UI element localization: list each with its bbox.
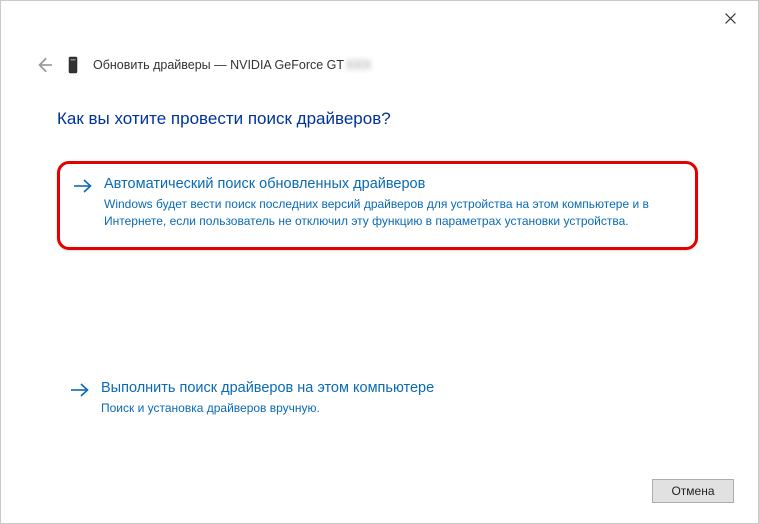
option-manual-title: Выполнить поиск драйверов на этом компью… (101, 380, 680, 396)
option-manual-desc: Поиск и установка драйверов вручную. (101, 400, 680, 417)
option-auto-title: Автоматический поиск обновленных драйвер… (104, 176, 677, 192)
option-auto-search[interactable]: Автоматический поиск обновленных драйвер… (57, 161, 698, 250)
close-icon (725, 13, 736, 24)
back-button[interactable] (35, 56, 53, 74)
page-heading: Как вы хотите провести поиск драйверов? (57, 109, 698, 129)
arrow-right-icon (74, 178, 92, 194)
device-name: NVIDIA GeForce GT (230, 58, 344, 72)
option-auto-desc: Windows будет вести поиск последних верс… (104, 196, 677, 231)
titlebar (1, 1, 758, 33)
dialog-window: Обновить драйверы — NVIDIA GeForce GTXXX… (0, 0, 759, 524)
option-manual-search[interactable]: Выполнить поиск драйверов на этом компью… (57, 368, 698, 433)
footer: Отмена (652, 479, 734, 503)
header-row: Обновить драйверы — NVIDIA GeForce GTXXX (35, 55, 724, 75)
dialog-title: Обновить драйверы — NVIDIA GeForce GTXXX (93, 58, 371, 72)
cancel-button[interactable]: Отмена (652, 479, 734, 503)
title-prefix: Обновить драйверы — (93, 58, 230, 72)
device-name-blurred: XXX (346, 58, 371, 72)
back-arrow-icon (35, 56, 53, 74)
device-icon (65, 55, 81, 75)
arrow-right-icon (71, 382, 89, 398)
content-area: Как вы хотите провести поиск драйверов? … (57, 109, 698, 433)
spacer (57, 250, 698, 368)
close-button[interactable] (716, 9, 744, 29)
